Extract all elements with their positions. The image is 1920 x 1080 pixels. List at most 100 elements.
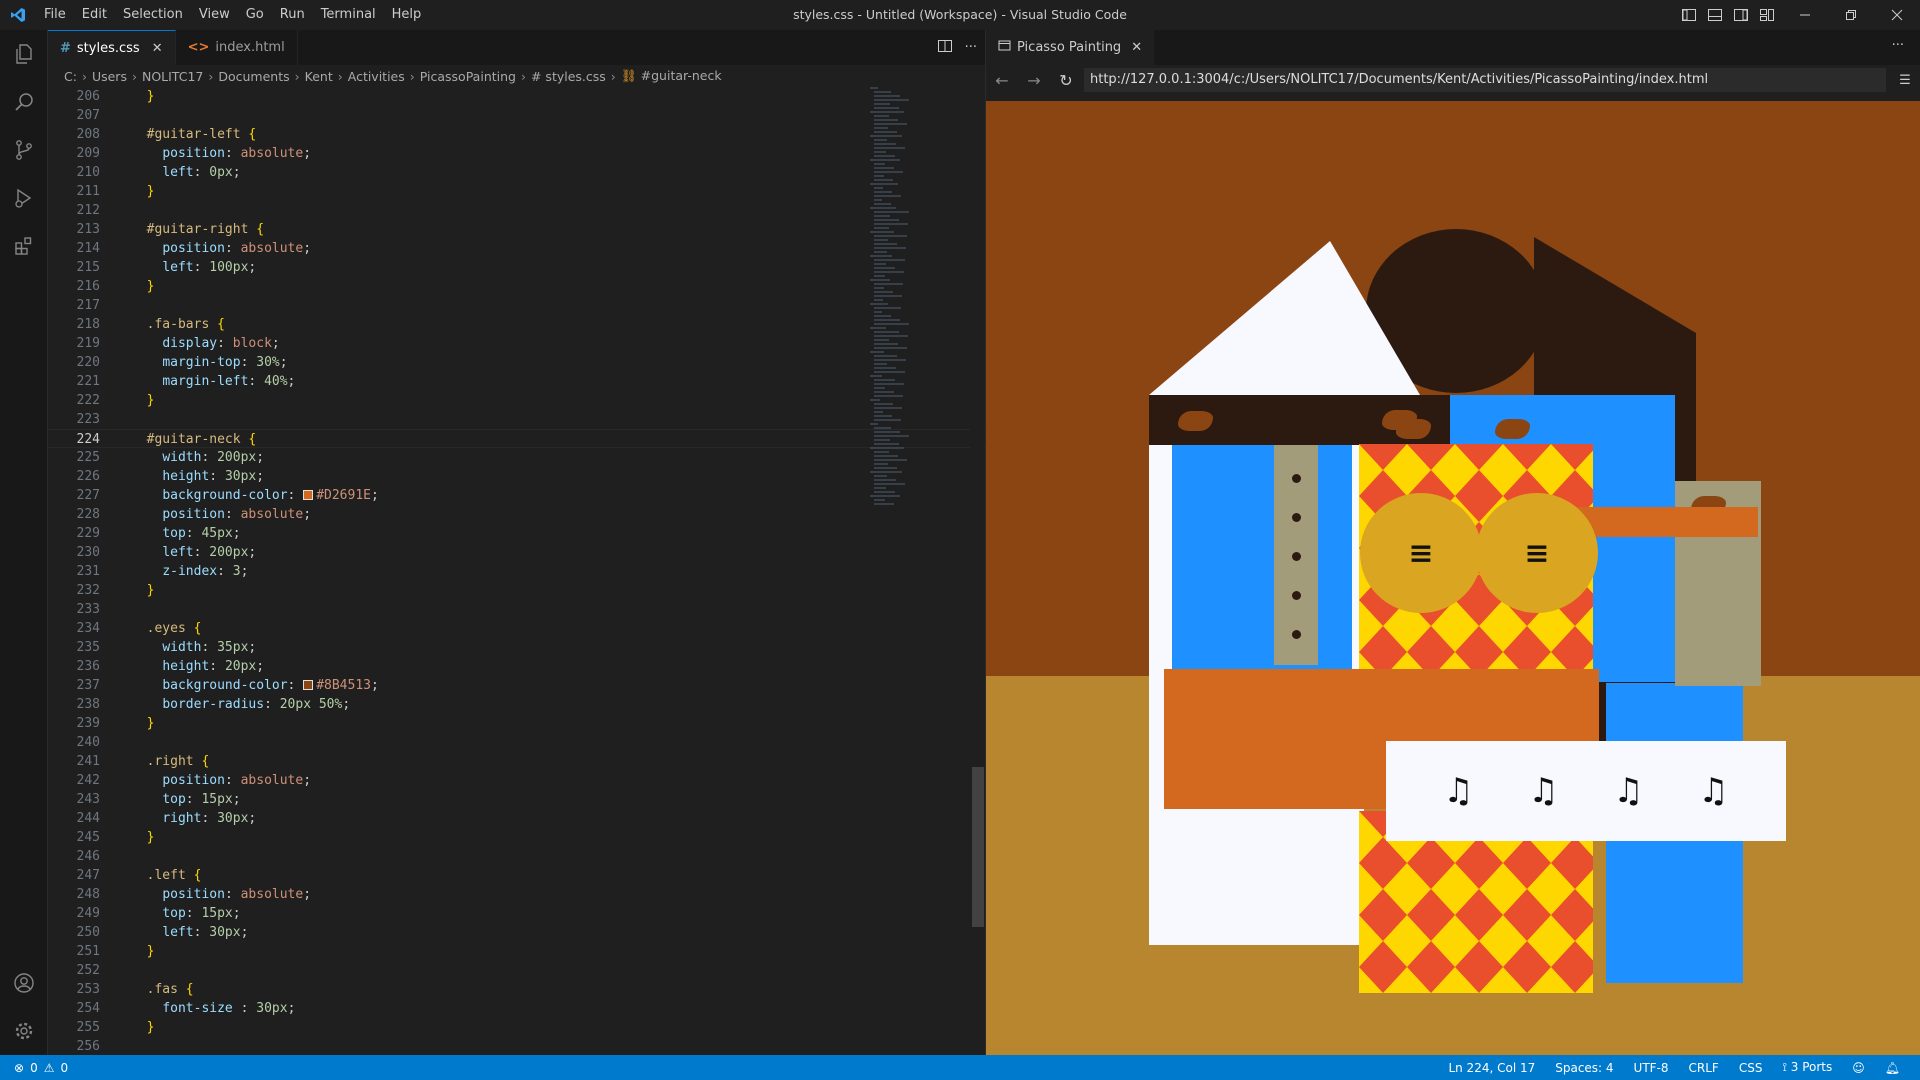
problems-indicator[interactable]: ⊗ 0 ⚠ 0	[0, 1061, 68, 1075]
code-line[interactable]: 211 }	[48, 182, 985, 201]
code-line[interactable]: 231 z-index: 3;	[48, 562, 985, 581]
code-line[interactable]: 214 position: absolute;	[48, 239, 985, 258]
code-line[interactable]: 238 border-radius: 20px 50%;	[48, 695, 985, 714]
search-icon[interactable]	[0, 78, 48, 126]
code-line[interactable]: 245 }	[48, 828, 985, 847]
code-line[interactable]: 212	[48, 201, 985, 220]
code-line[interactable]: 234 .eyes {	[48, 619, 985, 638]
tab-index-html[interactable]: <> index.html	[175, 30, 298, 65]
menu-run[interactable]: Run	[272, 0, 313, 30]
code-line[interactable]: 220 margin-top: 30%;	[48, 353, 985, 372]
code-line[interactable]: 253 .fas {	[48, 980, 985, 999]
customize-layout-icon[interactable]	[1756, 0, 1778, 30]
browser-menu-icon[interactable]: ☰	[1890, 73, 1920, 88]
code-line[interactable]: 232 }	[48, 581, 985, 600]
code-line[interactable]: 249 top: 15px;	[48, 904, 985, 923]
code-line[interactable]: 246	[48, 847, 985, 866]
code-line[interactable]: 215 left: 100px;	[48, 258, 985, 277]
code-line[interactable]: 247 .left {	[48, 866, 985, 885]
minimap[interactable]	[870, 87, 970, 637]
code-line[interactable]: 233	[48, 600, 985, 619]
code-line[interactable]: 223	[48, 410, 985, 429]
minimize-icon[interactable]	[1782, 0, 1828, 30]
code-line[interactable]: 225 width: 200px;	[48, 448, 985, 467]
code-line[interactable]: 235 width: 35px;	[48, 638, 985, 657]
split-editor-icon[interactable]	[937, 38, 953, 58]
code-line[interactable]: 217	[48, 296, 985, 315]
code-line[interactable]: 224 #guitar-neck {	[48, 429, 985, 448]
more-actions-icon[interactable]: ···	[1892, 38, 1904, 53]
encoding[interactable]: UTF-8	[1624, 1061, 1679, 1075]
code-line[interactable]: 240	[48, 733, 985, 752]
code-line[interactable]: 251 }	[48, 942, 985, 961]
reload-icon[interactable]: ↻	[1050, 71, 1082, 90]
code-line[interactable]: 237 background-color: #8B4513;	[48, 676, 985, 695]
code-line[interactable]: 229 top: 45px;	[48, 524, 985, 543]
code-line[interactable]: 244 right: 30px;	[48, 809, 985, 828]
code-line[interactable]: 227 background-color: #D2691E;	[48, 486, 985, 505]
menu-selection[interactable]: Selection	[115, 0, 191, 30]
toggle-panel-icon[interactable]	[1704, 0, 1726, 30]
code-line[interactable]: 252	[48, 961, 985, 980]
breadcrumb-item[interactable]: PicassoPainting	[420, 69, 516, 84]
run-debug-icon[interactable]	[0, 174, 48, 222]
code-line[interactable]: 236 height: 20px;	[48, 657, 985, 676]
menu-edit[interactable]: Edit	[74, 0, 115, 30]
more-actions-icon[interactable]: ···	[965, 40, 977, 55]
code-line[interactable]: 243 top: 15px;	[48, 790, 985, 809]
code-line[interactable]: 207	[48, 106, 985, 125]
code-line[interactable]: 228 position: absolute;	[48, 505, 985, 524]
notifications-bell-icon[interactable]: 🔔︎	[1875, 1061, 1910, 1075]
breadcrumb-item[interactable]: NOLITC17	[142, 69, 203, 84]
breadcrumb-item[interactable]: Kent	[305, 69, 333, 84]
breadcrumb-item[interactable]: Activities	[348, 69, 405, 84]
breadcrumb-file[interactable]: # styles.css	[531, 69, 606, 84]
breadcrumb-symbol[interactable]: ⛓ #guitar-neck	[621, 68, 722, 84]
source-control-icon[interactable]	[0, 126, 48, 174]
editor-scrollbar[interactable]	[970, 87, 984, 1055]
menu-terminal[interactable]: Terminal	[313, 0, 384, 30]
cursor-position[interactable]: Ln 224, Col 17	[1438, 1061, 1545, 1075]
close-tab-icon[interactable]: ✕	[152, 41, 163, 56]
back-arrow-icon[interactable]: ←	[986, 71, 1018, 90]
code-line[interactable]: 218 .fa-bars {	[48, 315, 985, 334]
explorer-icon[interactable]	[0, 30, 48, 78]
code-line[interactable]: 255 }	[48, 1018, 985, 1037]
code-line[interactable]: 239 }	[48, 714, 985, 733]
code-line[interactable]: 208 #guitar-left {	[48, 125, 985, 144]
tab-styles-css[interactable]: # styles.css ✕	[48, 30, 176, 65]
url-input[interactable]: http://127.0.0.1:3004/c:/Users/NOLITC17/…	[1084, 68, 1886, 92]
extensions-icon[interactable]	[0, 222, 48, 270]
menu-go[interactable]: Go	[238, 0, 272, 30]
code-editor[interactable]: 206 } 207 208 #guitar-left {209 position: …	[48, 87, 985, 1055]
breadcrumb-item[interactable]: Documents	[218, 69, 289, 84]
scrollbar-thumb[interactable]	[972, 767, 984, 927]
code-line[interactable]: 219 display: block;	[48, 334, 985, 353]
close-tab-icon[interactable]: ✕	[1131, 40, 1142, 55]
code-line[interactable]: 242 position: absolute;	[48, 771, 985, 790]
settings-gear-icon[interactable]	[0, 1007, 48, 1055]
tab-picasso-painting[interactable]: Picasso Painting ✕	[986, 30, 1155, 65]
breadcrumb-item[interactable]: Users	[92, 69, 127, 84]
end-of-line[interactable]: CRLF	[1679, 1061, 1729, 1075]
menu-view[interactable]: View	[191, 0, 238, 30]
code-line[interactable]: 209 position: absolute;	[48, 144, 985, 163]
ports[interactable]: ⟟ 3 Ports	[1772, 1060, 1842, 1075]
code-line[interactable]: 210 left: 0px;	[48, 163, 985, 182]
code-line[interactable]: 256	[48, 1037, 985, 1055]
menu-help[interactable]: Help	[384, 0, 430, 30]
language-mode[interactable]: CSS	[1729, 1061, 1773, 1075]
code-line[interactable]: 222 }	[48, 391, 985, 410]
code-line[interactable]: 226 height: 30px;	[48, 467, 985, 486]
code-line[interactable]: 230 left: 200px;	[48, 543, 985, 562]
code-line[interactable]: 250 left: 30px;	[48, 923, 985, 942]
indentation[interactable]: Spaces: 4	[1545, 1061, 1623, 1075]
breadcrumb-item[interactable]: C:	[64, 69, 77, 84]
code-line[interactable]: 221 margin-left: 40%;	[48, 372, 985, 391]
code-line[interactable]: 248 position: absolute;	[48, 885, 985, 904]
feedback-icon[interactable]: ☺	[1842, 1061, 1875, 1075]
accounts-icon[interactable]	[0, 959, 48, 1007]
code-line[interactable]: 241 .right {	[48, 752, 985, 771]
code-line[interactable]: 213 #guitar-right {	[48, 220, 985, 239]
restore-icon[interactable]	[1828, 0, 1874, 30]
